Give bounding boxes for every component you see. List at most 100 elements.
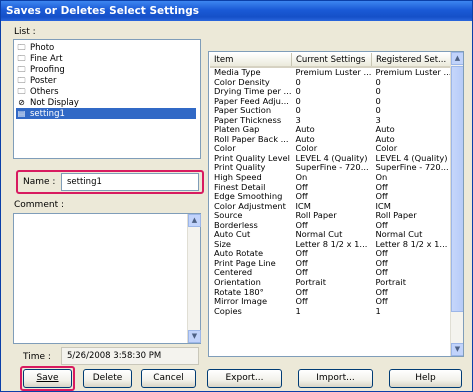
folder-icon: 🗀 — [17, 54, 26, 63]
table-cell: Color — [214, 144, 236, 154]
scroll-up-icon[interactable]: ▲ — [188, 214, 201, 227]
list-item[interactable]: 🗀 Fine Art — [16, 53, 196, 64]
list-item[interactable]: 🗀 Proofing — [16, 64, 196, 75]
list-item[interactable]: ⊘ Not Display — [16, 97, 196, 108]
delete-button[interactable]: Delete — [83, 369, 132, 388]
table-cell: Premium Luster ... — [375, 67, 452, 77]
table-row: Mirror Image Off Off — [210, 297, 453, 307]
table-cell: Edge Smoothing — [214, 192, 283, 202]
table-cell: 0 — [295, 77, 301, 87]
table-cell: Auto Cut — [214, 230, 251, 240]
column-header[interactable]: Current Settings — [291, 53, 372, 68]
scroll-up-icon[interactable]: ▲ — [451, 52, 463, 65]
table-cell: Source — [214, 211, 243, 221]
table-row: Roll Paper Back ... Auto Auto — [210, 135, 453, 145]
list-item-label: setting1 — [30, 109, 65, 119]
table-cell: LEVEL 4 (Quality) — [295, 153, 368, 163]
table-cell: Auto Rotate — [214, 249, 264, 259]
settings-table: Item Current Settings Registered Set... … — [208, 51, 464, 357]
table-cell: Rotate 180° — [214, 287, 264, 297]
name-field[interactable]: setting1 — [61, 173, 199, 191]
list-item[interactable]: 🗀 Poster — [16, 75, 196, 86]
table-cell: Premium Luster ... — [295, 67, 372, 77]
table-cell: Off — [295, 297, 308, 307]
delete-button-label: Delete — [92, 373, 123, 383]
table-cell: On — [295, 173, 308, 183]
table-cell: Roll Paper — [295, 211, 337, 221]
list-label: List : — [14, 27, 36, 37]
column-header[interactable]: Item — [210, 53, 292, 68]
table-cell: SuperFine - 720... — [295, 163, 369, 173]
list-item[interactable]: ▤ setting1 — [16, 108, 196, 119]
column-header[interactable]: Registered Set... — [371, 53, 454, 68]
time-label: Time : — [23, 352, 51, 362]
table-row: Finest Detail Off Off — [210, 183, 453, 193]
table-cell: 0 — [375, 87, 381, 97]
scroll-thumb[interactable] — [451, 66, 463, 312]
table-cell: Paper Thickness — [214, 115, 282, 125]
table-cell: Color Adjustment — [214, 201, 286, 211]
table-cell: Size — [214, 239, 232, 249]
import-button-label: Import... — [316, 373, 355, 383]
table-row: Color Adjustment ICM ICM — [210, 202, 453, 212]
table-cell: 0 — [295, 106, 301, 116]
table-cell: 0 — [375, 77, 381, 87]
table-scrollbar[interactable]: ▲ ▼ — [450, 52, 463, 356]
table-cell: Copies — [214, 306, 242, 316]
save-button[interactable]: Save — [23, 369, 72, 388]
table-cell: Off — [295, 182, 308, 192]
table-cell: Roll Paper Back ... — [214, 134, 289, 144]
table-row: Print Quality SuperFine - 720... SuperFine… — [210, 163, 453, 173]
scroll-down-icon[interactable]: ▼ — [188, 330, 201, 343]
table-cell: Platen Gap — [214, 125, 260, 135]
table-cell: 0 — [375, 106, 381, 116]
table-cell: 1 — [375, 306, 381, 316]
settings-list[interactable]: 🗀 Photo 🗀 Fine Art 🗀 Proofing 🗀 Poster 🗀 Others ⊘ N… — [13, 39, 201, 159]
table-cell: Off — [375, 287, 388, 297]
name-label: Name : — [23, 177, 56, 187]
table-cell: 0 — [295, 87, 301, 97]
table-row: Orientation Portrait Portrait — [210, 278, 453, 288]
table-cell: Mirror Image — [214, 297, 268, 307]
table-row: Source Roll Paper Roll Paper — [210, 211, 453, 221]
table-cell: Portrait — [295, 278, 326, 288]
list-item[interactable]: 🗀 Photo — [16, 42, 196, 53]
comment-textarea[interactable]: ▲ ▼ — [13, 213, 201, 344]
table-cell: Auto — [295, 134, 315, 144]
table-cell: Auto — [295, 125, 315, 135]
folder-icon: 🗀 — [17, 87, 26, 96]
table-cell: Off — [375, 258, 388, 268]
table-cell: Off — [295, 258, 308, 268]
help-button-label: Help — [415, 373, 436, 383]
title-bar: Saves or Deletes Select Settings — [1, 1, 472, 21]
table-cell: Drying Time per ... — [214, 87, 292, 97]
import-button[interactable]: Import... — [298, 369, 373, 388]
table-cell: Off — [375, 182, 388, 192]
folder-icon: 🗀 — [17, 65, 26, 74]
document-icon: ▤ — [17, 109, 26, 118]
help-button[interactable]: Help — [389, 369, 462, 388]
table-cell: Borderless — [214, 220, 258, 230]
table-row: Platen Gap Auto Auto — [210, 125, 453, 135]
table-cell: Print Quality — [214, 163, 266, 173]
export-button[interactable]: Export... — [207, 369, 282, 388]
table-row: Drying Time per ... 0 0 — [210, 87, 453, 97]
table-cell: Off — [375, 249, 388, 259]
table-row: Size Letter 8 1/2 x 1... Letter 8 1/2 x 1.… — [210, 240, 453, 250]
scroll-down-icon[interactable]: ▼ — [451, 343, 463, 356]
table-cell: Off — [375, 192, 388, 202]
table-cell: 1 — [295, 306, 301, 316]
comment-scrollbar[interactable]: ▲ ▼ — [187, 214, 201, 343]
table-row: Paper Suction 0 0 — [210, 106, 453, 116]
table-cell: Print Quality Level — [214, 153, 290, 163]
table-cell: Color Density — [214, 77, 270, 87]
table-cell: Auto — [375, 134, 395, 144]
table-cell: Media Type — [214, 67, 261, 77]
table-cell: Normal Cut — [375, 230, 423, 240]
table-cell: High Speed — [214, 173, 262, 183]
table-cell: Portrait — [375, 278, 406, 288]
list-item[interactable]: 🗀 Others — [16, 86, 196, 97]
window-title: Saves or Deletes Select Settings — [6, 5, 200, 17]
table-cell: LEVEL 4 (Quality) — [375, 153, 448, 163]
cancel-button[interactable]: Cancel — [141, 369, 196, 388]
